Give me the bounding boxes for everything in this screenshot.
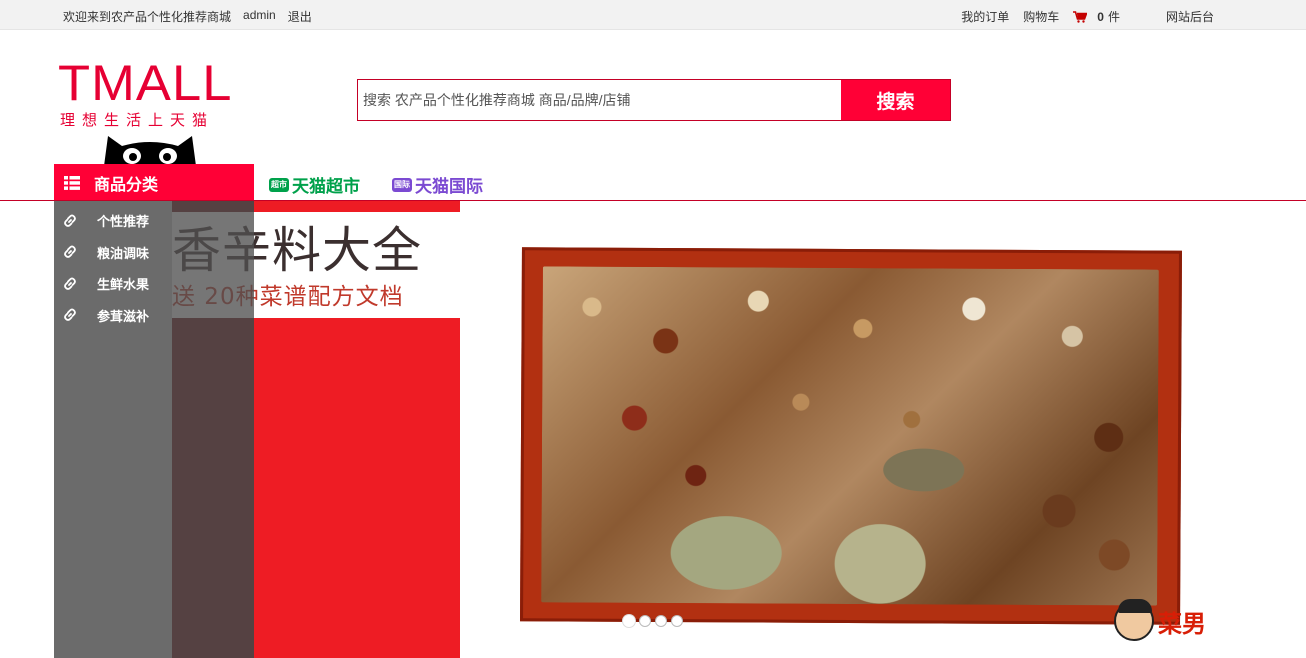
nav-tmall-global[interactable]: 国际 天猫国际 bbox=[392, 172, 483, 197]
top-bar-right: 我的订单 购物车 0件 网站后台 bbox=[961, 8, 1214, 25]
category-item-tonic[interactable]: 参茸滋补 bbox=[54, 300, 254, 332]
nav-tmall-supermarket-label: 天猫超市 bbox=[292, 177, 360, 196]
category-item-label: 个性推荐 bbox=[97, 214, 150, 230]
category-item-fresh-fruit[interactable]: 生鲜水果 bbox=[54, 268, 254, 300]
category-item-label: 粮油调味 bbox=[97, 245, 150, 261]
admin-site-link[interactable]: 网站后台 bbox=[1166, 8, 1214, 25]
mascot-text: 菜男 bbox=[1158, 608, 1206, 638]
mascot-watermark: 菜男 bbox=[1114, 599, 1206, 641]
cart-unit: 件 bbox=[1107, 10, 1120, 24]
banner-red-cap bbox=[254, 201, 460, 212]
carousel-dot-2[interactable] bbox=[639, 615, 651, 627]
cart-count: 0 bbox=[1097, 9, 1104, 24]
link-icon bbox=[64, 277, 76, 290]
cart-link[interactable]: 购物车 bbox=[1023, 8, 1059, 25]
username-link[interactable]: admin bbox=[243, 8, 276, 25]
carousel-indicators bbox=[623, 615, 683, 627]
link-icon bbox=[64, 308, 76, 322]
top-bar-left: 欢迎来到农产品个性化推荐商城 admin 退出 bbox=[63, 8, 312, 25]
nav-tmall-global-label: 天猫国际 bbox=[415, 177, 483, 196]
category-item-label: 参茸滋补 bbox=[97, 308, 150, 324]
list-icon bbox=[64, 175, 80, 190]
global-tag-icon: 国际 bbox=[392, 177, 412, 192]
supermarket-tag-icon: 超市 bbox=[269, 177, 289, 192]
nav-tmall-supermarket[interactable]: 超市 天猫超市 bbox=[269, 172, 360, 197]
mascot-face-icon bbox=[1114, 599, 1154, 641]
carousel-dot-3[interactable] bbox=[655, 615, 667, 627]
top-bar: 欢迎来到农产品个性化推荐商城 admin 退出 我的订单 购物车 0件 网站后台 bbox=[0, 0, 1306, 30]
category-item-grain-oil[interactable]: 粮油调味 bbox=[54, 237, 254, 269]
category-menu: 个性推荐 粮油调味 生鲜水果 参茸滋补 bbox=[54, 201, 254, 658]
category-menu-title[interactable]: 商品分类 bbox=[54, 164, 254, 201]
spice-tray-contents bbox=[541, 266, 1159, 606]
category-item-label: 生鲜水果 bbox=[97, 277, 150, 293]
logout-link[interactable]: 退出 bbox=[288, 8, 312, 25]
search-input[interactable] bbox=[358, 80, 841, 120]
carousel-dot-4[interactable] bbox=[671, 615, 683, 627]
category-item-recommend[interactable]: 个性推荐 bbox=[54, 205, 254, 237]
cart-count-link[interactable]: 0件 bbox=[1073, 8, 1120, 25]
carousel-dot-1[interactable] bbox=[623, 615, 635, 627]
shopping-cart-icon bbox=[1073, 10, 1088, 23]
spice-tray-image bbox=[520, 247, 1182, 625]
tmall-cat-icon bbox=[104, 136, 196, 166]
search-button[interactable]: 搜索 bbox=[841, 80, 950, 120]
logo-slogan: 理想生活上天猫 bbox=[60, 112, 215, 129]
category-menu-label: 商品分类 bbox=[94, 176, 159, 194]
welcome-text: 欢迎来到农产品个性化推荐商城 bbox=[63, 10, 232, 24]
link-icon bbox=[64, 214, 76, 227]
link-icon bbox=[64, 245, 76, 259]
my-orders-link[interactable]: 我的订单 bbox=[961, 8, 1009, 25]
logo-wordmark: TMALL bbox=[58, 55, 233, 111]
search-box: 搜索 bbox=[357, 79, 951, 121]
